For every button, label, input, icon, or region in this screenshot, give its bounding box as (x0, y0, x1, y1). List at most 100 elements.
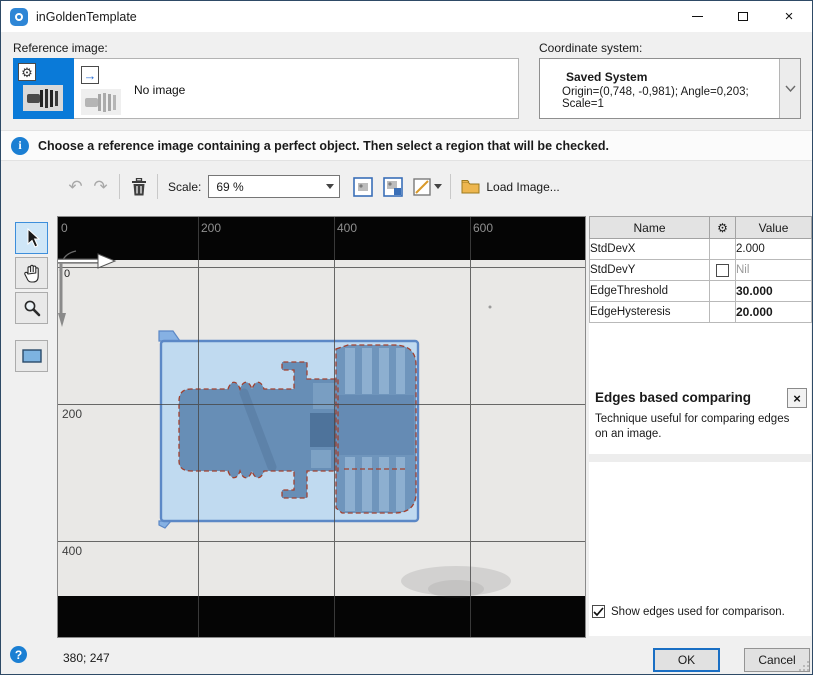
column-header-value[interactable]: Value (736, 217, 812, 239)
ruler-y-400: 400 (62, 544, 82, 558)
ruler-x-200: 200 (201, 221, 221, 235)
info-icon: i (11, 137, 29, 155)
coordinate-system-select[interactable]: Saved System Origin=(0,748, -0,981); Ang… (539, 58, 801, 119)
param-name-stddevx: StdDevX (590, 239, 710, 260)
cancel-label: Cancel (758, 653, 795, 667)
technique-title: Edges based comparing (595, 388, 787, 405)
scale-label: Scale: (168, 180, 201, 194)
image-canvas[interactable]: 0 200 400 600 200 400 0 (57, 216, 586, 638)
technique-info-box: Edges based comparing × Technique useful… (589, 383, 811, 442)
app-icon (10, 8, 28, 26)
fit-image-icon (353, 177, 373, 197)
scale-combobox[interactable]: 69 % (208, 175, 340, 198)
param-value-stddevy[interactable]: Nil (736, 260, 812, 281)
region-rectangle-icon (22, 349, 42, 363)
panel-divider (589, 454, 811, 462)
reference-thumbnail-image (23, 85, 63, 111)
delete-button[interactable] (126, 174, 151, 199)
reference-image-box: ⚙ → No image (13, 58, 519, 119)
folder-icon (461, 179, 480, 194)
table-header-row: Name ⚙ Value (590, 217, 812, 239)
table-row: StdDevX 2.000 (590, 239, 812, 260)
reference-image-label: Reference image: (13, 41, 108, 55)
redo-icon: ↷ (93, 178, 107, 195)
scale-value: 69 % (209, 180, 243, 194)
image-black-band-top (58, 217, 585, 260)
coordinate-name: Saved System (566, 70, 778, 84)
region-mode-button[interactable] (410, 174, 444, 199)
show-edges-label: Show edges used for comparison. (611, 606, 785, 618)
select-tool-button[interactable] (15, 222, 48, 254)
load-image-button[interactable]: Load Image... (461, 179, 559, 194)
column-header-name[interactable]: Name (590, 217, 710, 239)
scale-dropdown-icon[interactable] (321, 176, 339, 197)
no-image-label: No image (134, 83, 185, 97)
canvas-toolbar: ↶ ↷ Scale: 69 % (1, 165, 812, 208)
param-name-edgehysteresis: EdgeHysteresis (590, 302, 710, 323)
ok-label: OK (678, 653, 695, 667)
origin-label: 0 (64, 268, 70, 280)
stddevy-checkbox[interactable] (716, 264, 729, 277)
ruler-x-400: 400 (337, 221, 357, 235)
minimize-button[interactable] (674, 1, 720, 32)
parameters-table: Name ⚙ Value StdDevX 2.000 StdDevY Nil E (589, 216, 812, 323)
ruler-x-0: 0 (61, 221, 68, 235)
undo-icon: ↶ (68, 178, 82, 195)
magnifier-icon (23, 299, 41, 317)
undo-button[interactable]: ↶ (63, 174, 88, 199)
arrow-badge-icon: → (81, 66, 99, 84)
table-row: EdgeThreshold 30.000 (590, 281, 812, 302)
cursor-arrow-icon (23, 228, 41, 248)
region-mode-dropdown-icon (434, 184, 442, 189)
fit-image-button[interactable] (350, 174, 375, 199)
ruler-x-600: 600 (473, 221, 493, 235)
window-title: inGoldenTemplate (36, 10, 137, 24)
no-region-icon (413, 178, 431, 196)
technique-close-button[interactable]: × (787, 388, 807, 408)
technique-description: Technique useful for comparing edges on … (595, 412, 799, 442)
zoom-tool-button[interactable] (15, 292, 48, 324)
camera-image: 0 200 400 600 200 400 0 (58, 217, 585, 637)
minimize-icon (692, 16, 703, 17)
table-row: EdgeHysteresis 20.000 (590, 302, 812, 323)
param-name-edgethreshold: EdgeThreshold (590, 281, 710, 302)
gear-column-icon[interactable]: ⚙ (710, 217, 736, 239)
region-select-tool-button[interactable] (15, 340, 48, 372)
param-value-stddevx[interactable]: 2.000 (736, 239, 812, 260)
reference-thumbnail-selected[interactable]: ⚙ (13, 58, 74, 119)
fit-selection-icon (383, 177, 403, 197)
resize-grip[interactable] (799, 661, 809, 671)
fit-selection-button[interactable] (380, 174, 405, 199)
ok-button[interactable]: OK (653, 648, 720, 672)
reference-thumbnail-empty[interactable]: → (79, 65, 133, 117)
empty-thumbnail-image (81, 89, 121, 115)
show-edges-checkbox[interactable] (592, 605, 605, 618)
table-row: StdDevY Nil (590, 260, 812, 281)
pan-tool-button[interactable] (15, 257, 48, 289)
help-button[interactable]: ? (10, 646, 27, 663)
param-value-edgehysteresis[interactable]: 20.000 (736, 302, 812, 323)
param-value-edgethreshold[interactable]: 30.000 (736, 281, 812, 302)
chevron-down-icon[interactable] (779, 59, 800, 118)
close-button[interactable]: × (766, 1, 812, 32)
param-name-stddevy: StdDevY (590, 260, 710, 281)
help-icon: ? (15, 648, 22, 662)
trash-icon (131, 178, 147, 196)
parameters-panel: Name ⚙ Value StdDevX 2.000 StdDevY Nil E (589, 216, 811, 636)
load-image-label: Load Image... (486, 180, 559, 194)
close-icon: × (793, 392, 801, 405)
close-icon: × (785, 8, 794, 25)
ingoldentemplate-dialog: inGoldenTemplate × Reference image: ⚙ → (0, 0, 813, 675)
info-bar: i Choose a reference image containing a … (1, 130, 812, 161)
gear-badge-icon: ⚙ (18, 63, 36, 81)
image-black-band-bottom (58, 596, 585, 637)
info-text: Choose a reference image containing a pe… (38, 139, 609, 153)
hand-icon (23, 264, 41, 283)
show-edges-option[interactable]: Show edges used for comparison. (592, 605, 785, 618)
title-bar: inGoldenTemplate × (1, 1, 812, 32)
maximize-icon (738, 12, 748, 21)
maximize-button[interactable] (720, 1, 766, 32)
coordinate-details: Origin=(0,748, -0,981); Angle=0,203; Sca… (562, 86, 778, 110)
redo-button[interactable]: ↷ (88, 174, 113, 199)
ruler-y-200: 200 (62, 407, 82, 421)
